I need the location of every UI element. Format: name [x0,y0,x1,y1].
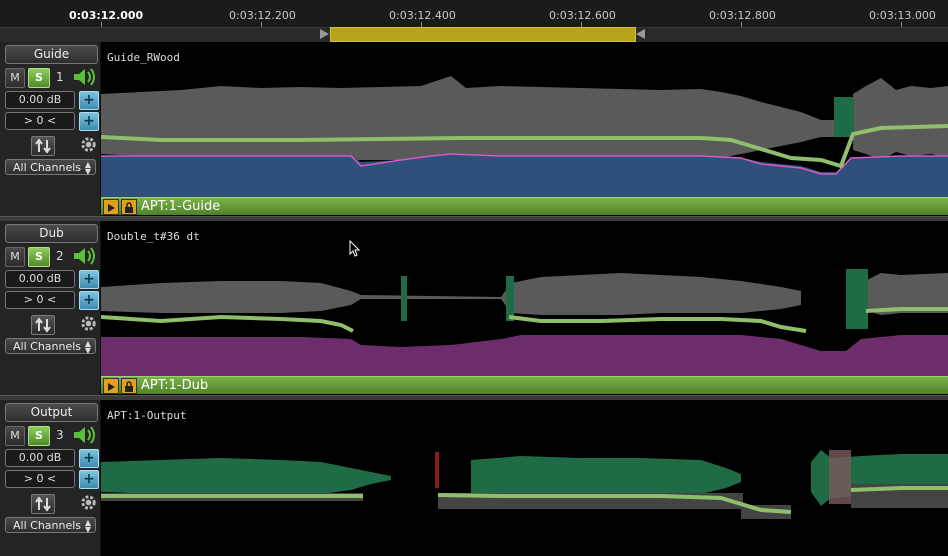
swap-arrows-icon[interactable] [31,494,55,514]
swap-arrows-icon[interactable] [31,136,55,156]
track-guide: Guide M S 1 0.00 dB + > 0 < + All Channe… [0,42,948,218]
gear-icon[interactable] [79,314,98,333]
ruler-tick-label: 0:03:12.200 [229,9,296,22]
apt-label: APT:1-Dub [141,378,209,393]
speaker-icon[interactable] [72,424,98,446]
channels-select-value: All Channels [13,340,82,353]
gain-field[interactable]: 0.00 dB [5,270,75,288]
swap-arrows-icon[interactable] [31,315,55,335]
apt-bar-dub[interactable]: APT:1-Dub [101,376,948,394]
clip-name: Double_t#36 dt [107,230,200,243]
dub-clip-area[interactable]: Double_t#36 dt [101,221,948,397]
clip-name: APT:1-Output [107,409,187,422]
loop-start-handle[interactable] [320,29,329,39]
chevron-updown-icon: ▲ ▼ [84,160,91,176]
plus-icon[interactable]: + [79,91,99,110]
track-dub: Dub M S 2 0.00 dB + > 0 < + All Channels… [0,221,948,397]
track-number: 2 [56,249,64,263]
solo-button[interactable]: S [28,426,50,446]
channels-select-value: All Channels [13,161,82,174]
ruler-tick-label: 0:03:12.800 [709,9,776,22]
output-clip-area[interactable]: APT:1-Output [101,400,948,556]
track-number: 3 [56,428,64,442]
play-icon[interactable] [103,378,119,394]
plus-icon[interactable]: + [79,449,99,468]
track-name-button[interactable]: Guide [5,45,98,64]
plus-icon[interactable]: + [79,470,99,489]
clip-name: Guide_RWood [107,51,180,64]
pan-field[interactable]: > 0 < [5,291,75,309]
solo-button[interactable]: S [28,247,50,267]
loop-range[interactable] [330,27,636,42]
apt-label: APT:1-Guide [141,199,221,214]
app-window: 0:03:12.000 0:03:12.200 0:03:12.400 0:03… [0,0,948,556]
mute-button[interactable]: M [5,68,25,88]
channels-select[interactable]: All Channels ▲ ▼ [5,517,96,534]
mute-button[interactable]: M [5,426,25,446]
mouse-cursor-icon [349,240,361,257]
dub-waveform [101,221,948,377]
speaker-icon[interactable] [72,66,98,88]
solo-button[interactable]: S [28,68,50,88]
output-waveform [101,400,948,556]
chevron-updown-icon: ▲ ▼ [84,339,91,355]
speaker-icon[interactable] [72,245,98,267]
gain-field[interactable]: 0.00 dB [5,449,75,467]
mute-button[interactable]: M [5,247,25,267]
ruler-tick-label: 0:03:13.000 [869,9,936,22]
apt-bar-guide[interactable]: APT:1-Guide [101,197,948,215]
gain-field[interactable]: 0.00 dB [5,91,75,109]
plus-icon[interactable]: + [79,270,99,289]
channels-select[interactable]: All Channels ▲ ▼ [5,159,96,176]
play-icon[interactable] [103,199,119,215]
channels-select[interactable]: All Channels ▲ ▼ [5,338,96,355]
guide-waveform [101,42,948,198]
guide-clip-area[interactable]: Guide_RWood [101,42,948,218]
pan-field[interactable]: > 0 < [5,112,75,130]
ruler-tick-label: 0:03:12.400 [389,9,456,22]
ruler-tick-label: 0:03:12.600 [549,9,616,22]
track-name-button[interactable]: Output [5,403,98,422]
track-name-button[interactable]: Dub [5,224,98,243]
plus-icon[interactable]: + [79,112,99,131]
track-controls: Guide M S 1 0.00 dB + > 0 < + All Channe… [0,42,101,218]
ruler-tick-label: 0:03:12.000 [69,9,144,22]
gear-icon[interactable] [79,493,98,512]
loop-end-handle[interactable] [636,29,645,39]
track-number: 1 [56,70,64,84]
lock-icon[interactable] [121,199,137,215]
track-controls: Dub M S 2 0.00 dB + > 0 < + All Channels… [0,221,101,397]
pan-field[interactable]: > 0 < [5,470,75,488]
lock-icon[interactable] [121,378,137,394]
gear-icon[interactable] [79,135,98,154]
plus-icon[interactable]: + [79,291,99,310]
track-controls: Output M S 3 0.00 dB + > 0 < + All Chann… [0,400,101,556]
chevron-updown-icon: ▲ ▼ [84,518,91,534]
channels-select-value: All Channels [13,519,82,532]
track-output: Output M S 3 0.00 dB + > 0 < + All Chann… [0,400,948,556]
